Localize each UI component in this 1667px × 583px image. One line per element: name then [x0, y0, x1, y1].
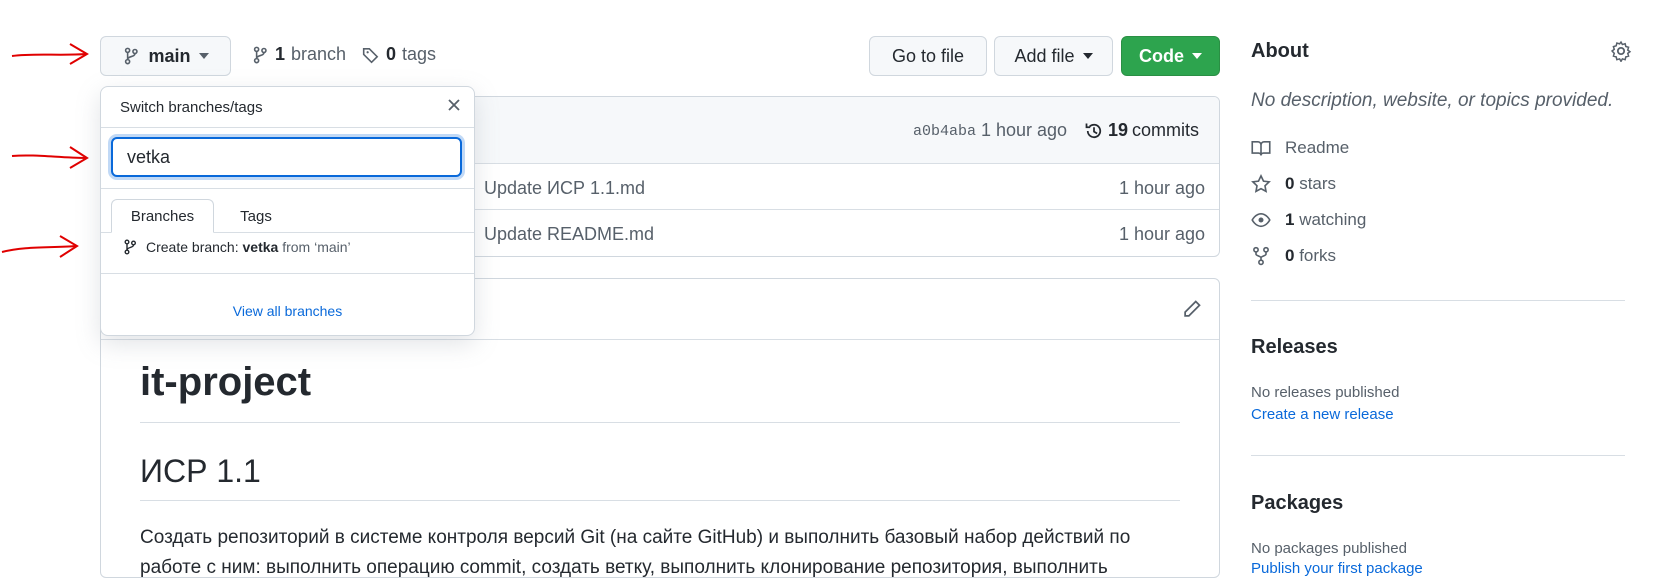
forks-link[interactable]: 0 forks: [1251, 246, 1336, 266]
fork-icon: [1253, 246, 1269, 266]
sidebar-divider: [1251, 455, 1625, 456]
forks-label: forks: [1299, 246, 1337, 265]
pencil-icon[interactable]: [1182, 299, 1202, 319]
packages-title[interactable]: Packages: [1251, 492, 1343, 515]
branch-dropdown: Switch branches/tags Branches Tags Creat…: [100, 86, 475, 336]
dropdown-divider: [101, 188, 474, 189]
tab-tags-label: Tags: [240, 207, 272, 225]
git-branch-icon: [124, 239, 136, 255]
tab-branches[interactable]: Branches: [111, 199, 214, 233]
dropdown-divider: [101, 273, 474, 274]
readme-h1-divider: [140, 422, 1180, 423]
tab-tags[interactable]: Tags: [216, 199, 296, 233]
readme-paragraph: Создать репозиторий в системе контроля в…: [140, 527, 1131, 578]
annotation-arrow-3: [1, 235, 79, 258]
star-icon: [1251, 174, 1271, 193]
branch-count: 1: [275, 44, 286, 64]
file-commit-message[interactable]: Update ИСР 1.1.md: [484, 178, 645, 199]
file-commit-time: 1 hour ago: [1119, 224, 1206, 244]
file-commit-message[interactable]: Update README.md: [484, 224, 654, 245]
create-branch-name: vetka: [242, 239, 279, 255]
branches-link[interactable]: 1 branch: [251, 44, 346, 65]
readme-link[interactable]: Readme: [1251, 138, 1349, 158]
commit-hash[interactable]: a0b4aba: [913, 123, 976, 140]
dropdown-divider: [101, 127, 474, 128]
commit-time: 1 hour ago: [981, 120, 1068, 140]
chevron-down-icon: [1192, 53, 1202, 59]
watching-count: 1: [1285, 210, 1295, 229]
commits-link[interactable]: 19 commits: [1084, 120, 1199, 141]
about-description: No description, website, or topics provi…: [1251, 90, 1614, 111]
watching-label: watching: [1299, 210, 1367, 229]
readme-link-label: Readme: [1285, 138, 1350, 157]
chevron-down-icon: [198, 53, 209, 59]
branch-select-button[interactable]: main: [100, 36, 231, 76]
file-commit-time: 1 hour ago: [1119, 178, 1206, 198]
history-icon: [1085, 123, 1102, 138]
releases-title[interactable]: Releases: [1251, 336, 1338, 359]
dropdown-title: Switch branches/tags: [120, 99, 263, 116]
branch-filter-input[interactable]: [111, 137, 462, 177]
gear-icon[interactable]: [1610, 40, 1632, 62]
tag-count-label: tags: [402, 44, 437, 64]
add-file-label: Add file: [1014, 45, 1075, 66]
code-button[interactable]: Code: [1121, 36, 1220, 76]
about-title: About: [1251, 40, 1309, 62]
releases-empty-text: No releases published: [1251, 384, 1400, 401]
annotation-arrow-2: [11, 146, 89, 169]
tag-count: 0: [386, 44, 397, 64]
readme-h2-divider: [140, 500, 1180, 501]
book-icon: [1251, 140, 1271, 156]
tag-icon: [362, 47, 379, 63]
commits-count: 19: [1108, 120, 1129, 140]
tab-branches-label: Branches: [130, 207, 195, 225]
view-all-branches-link[interactable]: View all branches: [101, 303, 474, 319]
readme-title: it-project: [140, 360, 312, 404]
create-branch-from: from ‘main’: [278, 239, 351, 255]
add-file-button[interactable]: Add file: [994, 36, 1113, 76]
close-icon[interactable]: [446, 97, 462, 113]
chevron-down-icon: [1082, 53, 1093, 59]
watching-link[interactable]: 1 watching: [1251, 210, 1366, 230]
publish-package-link[interactable]: Publish your first package: [1251, 560, 1423, 577]
create-branch-item[interactable]: Create branch: vetka from ‘main’: [122, 239, 351, 255]
eye-icon: [1251, 212, 1271, 228]
packages-empty-text: No packages published: [1251, 540, 1407, 557]
stars-label: stars: [1299, 174, 1337, 193]
git-branch-icon: [253, 46, 267, 63]
forks-count: 0: [1285, 246, 1295, 265]
code-label: Code: [1139, 45, 1184, 66]
stars-link[interactable]: 0 stars: [1251, 174, 1336, 194]
create-release-link[interactable]: Create a new release: [1251, 406, 1394, 423]
tags-link[interactable]: 0 tags: [362, 44, 436, 65]
readme-subtitle: ИСР 1.1: [140, 453, 261, 489]
branch-count-label: branch: [291, 44, 347, 64]
go-to-file-button[interactable]: Go to file: [869, 36, 987, 76]
stars-count: 0: [1285, 174, 1295, 193]
commits-label: commits: [1132, 120, 1200, 140]
branch-select-label: main: [148, 45, 191, 66]
create-branch-prefix: Create branch:: [146, 239, 243, 255]
sidebar-divider: [1251, 300, 1625, 301]
go-to-file-label: Go to file: [891, 45, 965, 66]
readme-header-divider: [101, 339, 1219, 340]
annotation-arrow-1: [11, 43, 89, 65]
git-branch-icon: [125, 47, 139, 65]
